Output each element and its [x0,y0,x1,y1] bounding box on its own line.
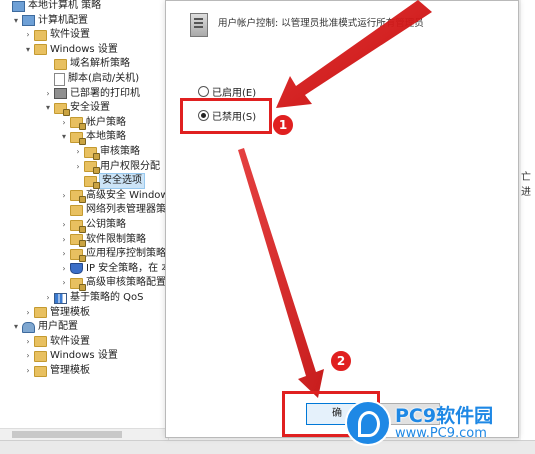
watermark-url: www.PC9.com [395,426,487,441]
watermark: PC9软件园 www.PC9.com [345,398,535,448]
arrow-to-ok-button [238,148,324,398]
step-badge-2: 2 [330,350,352,372]
arrow-to-disabled-option [276,0,432,108]
highlight-disabled-option [180,98,272,134]
annotation-arrows [238,0,432,398]
watermark-name: PC9软件园 [395,405,494,427]
pc9-logo-icon [345,400,391,446]
step-badge-1: 1 [272,114,294,136]
